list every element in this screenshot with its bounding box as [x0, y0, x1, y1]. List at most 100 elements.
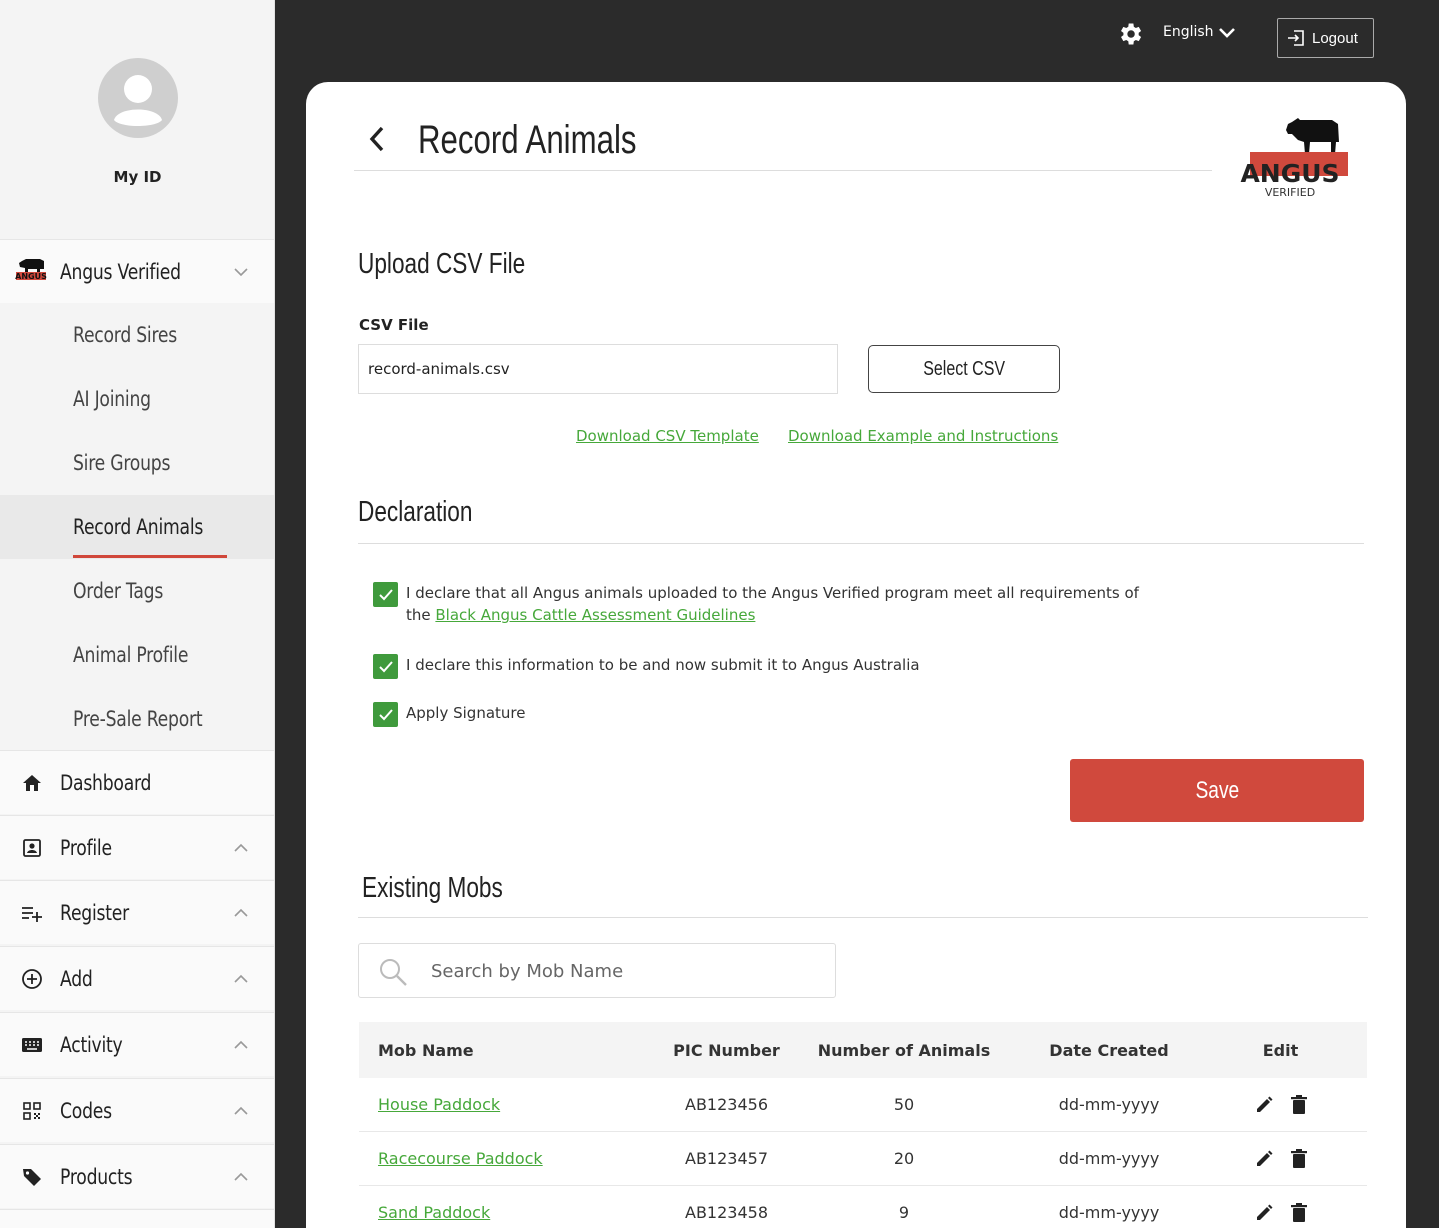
sidebar-item-order-tags[interactable]: Order Tags: [0, 559, 274, 623]
date-created: dd-mm-yyyy: [1058, 1149, 1160, 1168]
chevron-down-icon[interactable]: [1218, 26, 1236, 40]
declaration-heading: Declaration: [358, 496, 473, 528]
sidebar-group-label: Codes: [60, 1098, 112, 1123]
home-icon: [20, 771, 44, 795]
table-row: Racecourse Paddock AB123457 20 dd-mm-yyy…: [359, 1132, 1367, 1186]
chevron-up-icon: [234, 974, 248, 983]
keyboard-icon: [20, 1033, 44, 1057]
sidebar-item-record-sires[interactable]: Record Sires: [0, 303, 274, 367]
edit-pencil-icon[interactable]: [1254, 1149, 1274, 1169]
sidebar-group-products[interactable]: Products: [0, 1144, 274, 1208]
mobs-table: Mob Name PIC Number Number of Animals Da…: [359, 1022, 1367, 1228]
sidebar-group-label: Register: [60, 900, 129, 925]
mob-name-link[interactable]: House Paddock: [378, 1095, 500, 1114]
chevron-up-icon: [234, 843, 248, 852]
column-header[interactable]: Date Created: [1024, 1041, 1194, 1060]
sidebar-group-add[interactable]: Add: [0, 946, 274, 1010]
trash-icon[interactable]: [1290, 1148, 1308, 1169]
sidebar-item-animal-profile[interactable]: Animal Profile: [0, 623, 274, 687]
sidebar-item-label: Record Animals: [73, 515, 204, 539]
table-row: Sand Paddock AB123458 9 dd-mm-yyyy: [359, 1186, 1367, 1228]
csv-file-label: CSV File: [359, 316, 429, 334]
download-example-link[interactable]: Download Example and Instructions: [788, 427, 1058, 445]
title-divider: [354, 170, 1212, 171]
sidebar-group-register[interactable]: Register: [0, 880, 274, 944]
select-csv-label: Select CSV: [923, 357, 1005, 380]
main-card: Record Animals ANGUS VERIFIED Upload CSV…: [306, 82, 1406, 1228]
apply-signature-label: Apply Signature: [406, 704, 526, 722]
sidebar-group-label: Activity: [60, 1032, 123, 1057]
column-header-label: Edit: [1262, 1040, 1299, 1060]
chevron-up-icon: [234, 1172, 248, 1181]
trash-icon[interactable]: [1290, 1094, 1308, 1115]
mob-name-link[interactable]: Racecourse Paddock: [378, 1149, 543, 1168]
chevron-up-icon: [234, 1040, 248, 1049]
sidebar-group-activity[interactable]: Activity: [0, 1012, 274, 1076]
sidebar-item-label: Sire Groups: [73, 451, 171, 475]
sidebar-item-label: AI Joining: [73, 387, 151, 411]
logout-icon: [1288, 30, 1304, 46]
declaration-divider: [358, 543, 1364, 544]
declaration-text-line: I declare that all Angus animals uploade…: [406, 584, 1139, 602]
language-selector[interactable]: English: [1163, 24, 1214, 40]
edit-pencil-icon[interactable]: [1254, 1095, 1274, 1115]
back-arrow-icon[interactable]: [366, 124, 388, 154]
declaration-text-prefix: the: [406, 606, 436, 624]
sidebar-group-profile[interactable]: Profile: [0, 815, 274, 879]
declaration-text-1: I declare that all Angus animals uploade…: [406, 582, 1146, 626]
mobs-divider: [358, 917, 1368, 918]
avatar[interactable]: [98, 58, 178, 138]
sidebar-group-angus-verified[interactable]: ANGUS Angus Verified: [0, 239, 274, 303]
chevron-up-icon: [234, 1106, 248, 1115]
checkmark-icon: [378, 660, 393, 672]
chevron-down-icon: [234, 267, 248, 276]
checkmark-icon: [378, 708, 393, 720]
sidebar-item-sire-groups[interactable]: Sire Groups: [0, 431, 274, 495]
pic-number: AB123458: [685, 1203, 768, 1222]
plus-circle-icon: [20, 967, 44, 991]
user-avatar-icon: [98, 58, 178, 138]
apply-signature-checkbox[interactable]: [373, 702, 398, 727]
save-button[interactable]: Save: [1070, 759, 1364, 822]
edit-pencil-icon[interactable]: [1254, 1203, 1274, 1223]
active-indicator: [73, 555, 227, 558]
svg-text:ANGUS: ANGUS: [1240, 159, 1339, 188]
mob-search-box[interactable]: [358, 943, 836, 998]
csv-file-field[interactable]: [358, 344, 838, 394]
animal-count: 50: [893, 1095, 915, 1114]
select-csv-button[interactable]: Select CSV: [868, 345, 1060, 393]
sidebar-item-label: Pre-Sale Report: [73, 707, 203, 731]
checkmark-icon: [378, 588, 393, 600]
date-created: dd-mm-yyyy: [1058, 1203, 1160, 1222]
angus-verified-logo: ANGUS VERIFIED: [1240, 112, 1352, 204]
svg-text:VERIFIED: VERIFIED: [1265, 186, 1315, 199]
my-id-label[interactable]: My ID: [0, 168, 274, 186]
tag-icon: [20, 1165, 44, 1189]
sidebar-item-record-animals[interactable]: Record Animals: [0, 495, 274, 559]
sidebar-item-dashboard[interactable]: Dashboard: [0, 750, 274, 814]
column-header[interactable]: Number of Animals: [784, 1041, 1024, 1060]
gear-icon[interactable]: [1116, 20, 1144, 48]
sidebar-item-label: Dashboard: [60, 770, 152, 795]
trash-icon[interactable]: [1290, 1202, 1308, 1223]
mob-name-link[interactable]: Sand Paddock: [378, 1203, 490, 1222]
table-header: Mob Name PIC Number Number of Animals Da…: [359, 1022, 1367, 1078]
assessment-guidelines-link[interactable]: Black Angus Cattle Assessment Guidelines: [435, 606, 755, 624]
playlist-add-icon: [20, 901, 44, 925]
column-header[interactable]: PIC Number: [669, 1041, 784, 1060]
sidebar-item-pre-sale-report[interactable]: Pre-Sale Report: [0, 687, 274, 751]
declaration-checkbox-2[interactable]: [373, 654, 398, 679]
sidebar-group-codes[interactable]: Codes: [0, 1078, 274, 1142]
download-csv-template-link[interactable]: Download CSV Template: [576, 427, 759, 445]
qr-code-icon: [20, 1099, 44, 1123]
sidebar-group-next[interactable]: [0, 1209, 274, 1228]
sidebar-item-label: Record Sires: [73, 323, 178, 347]
sidebar-group-label: Angus Verified: [60, 259, 181, 284]
sidebar-item-ai-joining[interactable]: AI Joining: [0, 367, 274, 431]
sidebar: My ID ANGUS Angus Verified Record Sires …: [0, 0, 275, 1228]
save-label: Save: [1195, 776, 1239, 804]
mob-search-input[interactable]: [431, 954, 821, 988]
logout-button[interactable]: Logout: [1277, 18, 1374, 58]
column-header[interactable]: Mob Name: [359, 1041, 669, 1060]
declaration-checkbox-1[interactable]: [373, 582, 398, 607]
